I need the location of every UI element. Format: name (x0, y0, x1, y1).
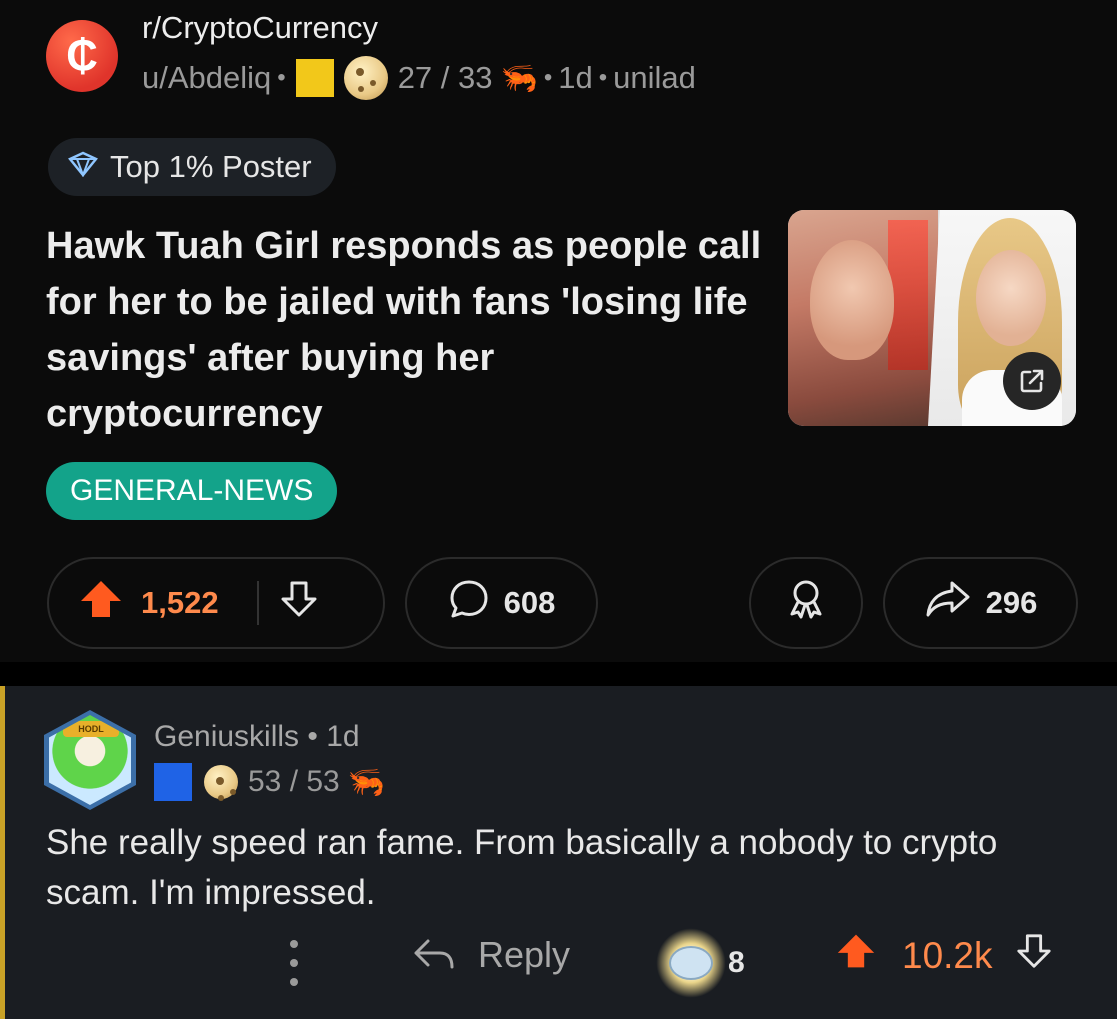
comment-card: HODL Geniuskills • 1d 53 / 53 🦐 She real… (0, 686, 1117, 1019)
comment-bubble-icon (448, 578, 490, 628)
post-title[interactable]: Hawk Tuah Girl responds as people call f… (46, 218, 766, 442)
award-button[interactable] (749, 557, 863, 649)
vote-divider (256, 581, 259, 625)
external-link-icon[interactable] (1003, 352, 1061, 410)
comment-age: 1d (326, 720, 360, 753)
top-poster-icon (68, 151, 98, 184)
post-author[interactable]: u/Abdeliq (142, 60, 271, 96)
comment-count: 608 (503, 585, 556, 620)
subreddit-name[interactable]: r/CryptoCurrency (142, 10, 378, 46)
post-tag[interactable]: GENERAL-NEWS (46, 462, 338, 520)
post-source[interactable]: unilad (613, 60, 696, 96)
avatar[interactable]: HODL (44, 710, 136, 810)
upvote-icon[interactable] (836, 932, 876, 979)
comment-award[interactable]: 8 (656, 928, 745, 998)
comment-body: She really speed ran fame. From basicall… (46, 823, 998, 912)
dot-separator: • (277, 64, 286, 91)
post-meta: u/Abdeliq • 27 / 33 🦐 • 1d • unilad (142, 56, 696, 100)
reply-label: Reply (478, 934, 571, 975)
comments-button[interactable]: 608 (405, 557, 598, 649)
comment-actions: Reply 8 10.2k (0, 922, 1117, 1002)
user-flair-square-icon (154, 763, 192, 801)
comment-score: 10.2k (902, 934, 993, 976)
comment-karma: 53 / 53 (248, 765, 340, 798)
flair-label: Top 1% Poster (110, 149, 312, 184)
moon-icon (204, 765, 238, 799)
share-count: 296 (985, 585, 1038, 620)
downvote-icon[interactable] (1015, 932, 1053, 979)
user-flair-pill: Top 1% Poster (48, 138, 336, 196)
vote-control: 1,522 (47, 557, 385, 649)
post-age: 1d (558, 60, 593, 95)
dot-separator: • (307, 720, 327, 753)
post-card: ₵ r/CryptoCurrency u/Abdeliq • 27 / 33 🦐… (0, 0, 1117, 662)
shrimp-icon: 🦐 (500, 61, 538, 95)
award-icon (786, 578, 826, 628)
comment-meta: 53 / 53 🦐 (154, 762, 385, 802)
upvote-icon[interactable] (79, 579, 123, 627)
upvote-count: 1,522 (141, 585, 219, 620)
section-divider (0, 662, 1117, 686)
shrimp-icon: 🦐 (347, 765, 386, 799)
avatar-image: HODL (49, 715, 131, 805)
post-karma: 27 / 33 (397, 60, 493, 95)
comment-author[interactable]: Geniuskills (154, 720, 299, 753)
user-flair-square-icon (295, 59, 334, 97)
subreddit-icon[interactable]: ₵ (46, 20, 118, 92)
award-icon (656, 928, 726, 998)
share-button[interactable]: 296 (883, 557, 1078, 649)
reply-button[interactable]: Reply (412, 934, 570, 976)
share-icon (924, 579, 972, 627)
dot-separator: • (543, 64, 553, 91)
downvote-icon[interactable] (279, 579, 319, 627)
avatar-hat: HODL (63, 721, 119, 737)
more-options-icon[interactable] (282, 940, 306, 986)
reply-arrow-icon (414, 939, 454, 969)
award-count: 8 (728, 946, 745, 979)
thumbnail-left-photo (788, 210, 938, 426)
comment-author-line: Geniuskills • 1d (154, 720, 360, 754)
moon-icon (343, 56, 388, 100)
dot-separator: • (598, 64, 608, 91)
comment-vote-control: 10.2k (836, 932, 1053, 979)
